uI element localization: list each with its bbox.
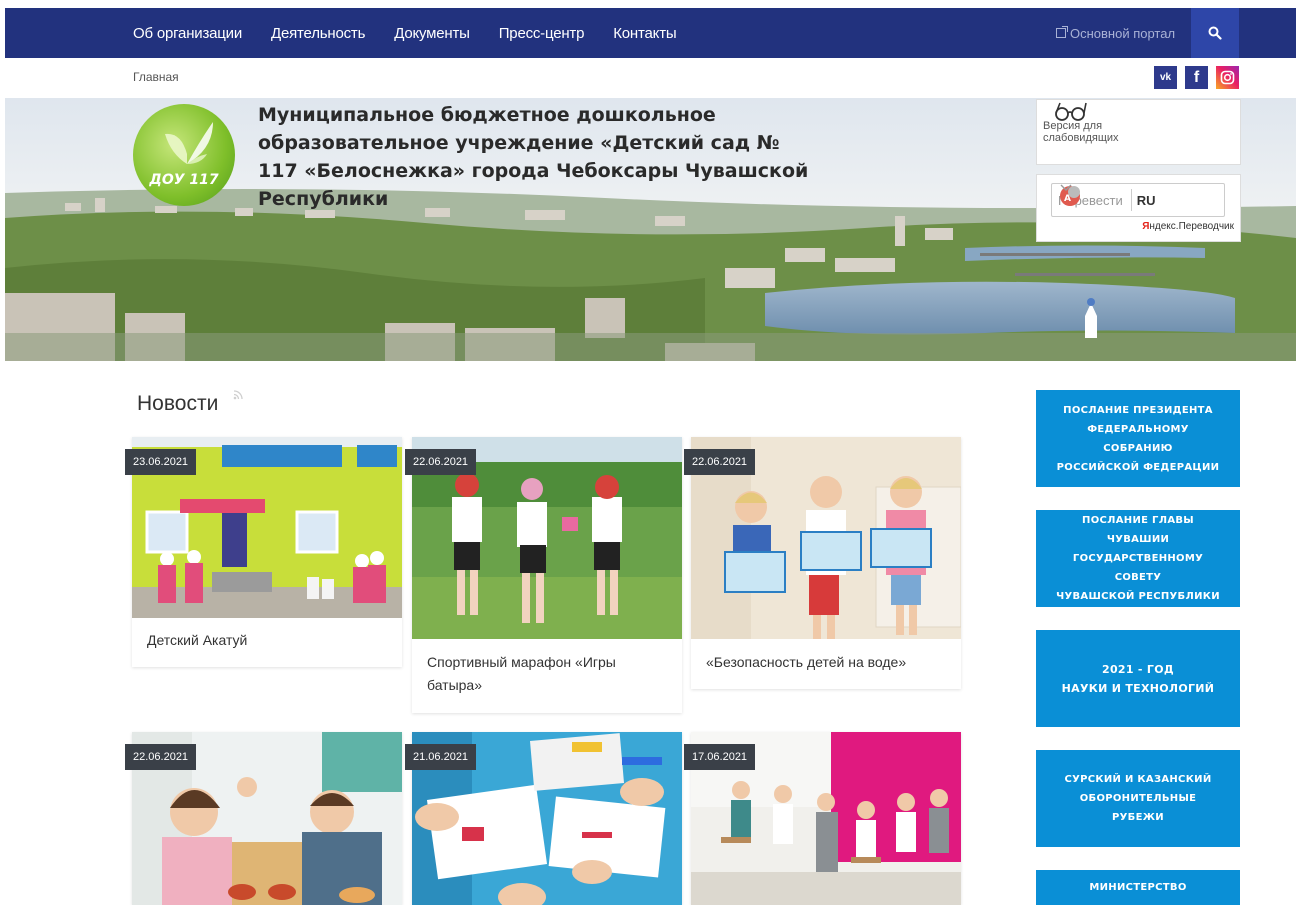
top-navbar: Об организации Деятельность Документы Пр… [5,8,1296,58]
breadcrumb[interactable]: Главная [133,70,179,84]
nav-item-documents[interactable]: Документы [394,25,470,42]
news-card[interactable]: 22.06.2021 Спортивный марафон «Игры баты… [405,437,682,713]
chevron-down-icon [1060,184,1072,191]
news-title[interactable]: «Безопасность детей на воде» [706,651,951,674]
logo-text: ДОУ 117 [149,172,219,188]
news-title[interactable]: Спортивный марафон «Игры батыра» [427,651,667,697]
social-links: vk f [1146,66,1239,89]
news-date-badge: 21.06.2021 [405,744,477,770]
news-title[interactable]: Детский Акатуй [147,629,392,652]
sidebar-banner-ministry[interactable]: МИНИСТЕРСТВО [1036,870,1240,905]
search-button[interactable] [1191,8,1239,58]
news-date-badge: 22.06.2021 [125,744,197,770]
news-card[interactable]: 22.06.2021 [125,732,402,905]
news-date-badge: 22.06.2021 [405,449,477,475]
sidebar-banner-text: МИНИСТЕРСТВО [1089,882,1187,893]
sidebar-banner-president-address[interactable]: ПОСЛАНИЕ ПРЕЗИДЕНТА ФЕДЕРАЛЬНОМУ СОБРАНИ… [1036,390,1240,487]
nav-item-contacts[interactable]: Контакты [613,25,676,42]
external-link-icon [1056,26,1068,38]
main-menu: Об организации Деятельность Документы Пр… [133,8,705,58]
instagram-icon[interactable] [1216,66,1239,89]
news-heading: Новости [137,392,219,415]
translate-button[interactable]: A Перевести RU [1051,183,1225,217]
low-vision-label: Версия для слабовидящих [1043,120,1119,144]
sidebar-banner-text: ПОСЛАНИЕ ГЛАВЫ ЧУВАШИИ ГОСУДАРСТВЕННОМУ … [1056,515,1220,602]
language-selector[interactable]: RU [1137,193,1156,208]
nav-item-press-center[interactable]: Пресс-центр [499,25,585,42]
sidebar-banner-defense-lines[interactable]: СУРСКИЙ И КАЗАНСКИЙ ОБОРОНИТЕЛЬНЫЕ РУБЕЖ… [1036,750,1240,847]
yandex-translator-link[interactable]: Яндекс.Переводчик [1142,221,1234,232]
sidebar-banner-chuvashia-address[interactable]: ПОСЛАНИЕ ГЛАВЫ ЧУВАШИИ ГОСУДАРСТВЕННОМУ … [1036,510,1240,607]
rss-icon[interactable] [233,390,243,400]
organization-title: Муниципальное бюджетное дошкольное образ… [258,104,809,210]
news-card[interactable]: 22.06.2021 «Безопасность детей на воде» [684,437,961,689]
news-date-badge: 23.06.2021 [125,449,197,475]
main-portal-link[interactable]: Основной портал [1056,8,1175,58]
butterfly-icon [165,122,213,164]
low-vision-version-button[interactable]: Версия для слабовидящих [1036,99,1241,165]
glasses-icon [1055,102,1087,121]
translate-widget: A Перевести RU Яндекс.Переводчик [1036,174,1241,242]
vk-icon[interactable]: vk [1154,66,1177,89]
logo[interactable]: ДОУ 117 [133,104,235,206]
svg-text:A: A [1064,194,1071,204]
news-card[interactable]: 21.06.2021 [405,732,682,905]
main-portal-label: Основной портал [1070,25,1176,41]
header-banner: ДОУ 117 Муниципальное бюджетное дошкольн… [5,98,1296,361]
translate-divider [1130,189,1132,211]
sidebar-banner-science-year[interactable]: 2021 - ГОД НАУКИ И ТЕХНОЛОГИЙ [1036,630,1240,727]
sidebar-banner-text: СУРСКИЙ И КАЗАНСКИЙ ОБОРОНИТЕЛЬНЫЕ РУБЕЖ… [1064,774,1212,823]
news-card[interactable]: 23.06.2021 Детский Акатуй [125,437,402,667]
nav-item-about[interactable]: Об организации [133,25,242,42]
facebook-icon[interactable]: f [1185,66,1208,89]
nav-item-activity[interactable]: Деятельность [271,25,365,42]
sidebar-banner-text: ПОСЛАНИЕ ПРЕЗИДЕНТА ФЕДЕРАЛЬНОМУ СОБРАНИ… [1056,404,1220,473]
news-date-badge: 22.06.2021 [684,449,756,475]
news-date-badge: 17.06.2021 [684,744,756,770]
search-icon [1208,26,1222,40]
news-card[interactable]: 17.06.2021 [684,732,961,905]
sidebar-banner-text: 2021 - ГОД НАУКИ И ТЕХНОЛОГИЙ [1061,662,1215,695]
yandex-rest: ндекс.Переводчик [1149,221,1234,232]
